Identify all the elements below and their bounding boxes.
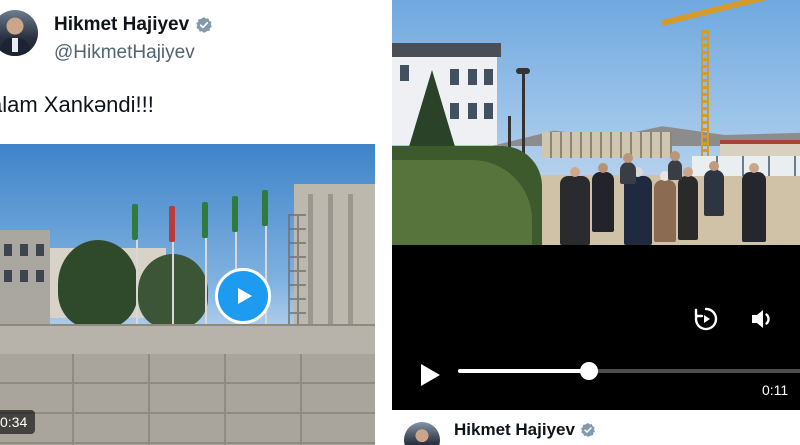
seek-bar-progress xyxy=(458,369,589,373)
player-controls: 0:11 xyxy=(392,245,800,410)
video-frame[interactable] xyxy=(392,0,800,245)
video-player: 0:11 Hikmet Hajiyev xyxy=(390,0,800,445)
video-person xyxy=(678,167,698,240)
video-tree xyxy=(58,240,138,328)
video-person xyxy=(620,153,636,184)
author-avatar[interactable] xyxy=(404,422,440,445)
street-lamp xyxy=(522,72,525,156)
footer-tweet-header: Hikmet Hajiyev xyxy=(392,410,800,445)
video-person xyxy=(668,151,682,180)
avatar-shirt xyxy=(12,38,18,52)
play-icon xyxy=(238,288,252,304)
video-stone-wall xyxy=(0,354,375,445)
author-name-row: Hikmet Hajiyev xyxy=(54,14,213,36)
author-display-name[interactable]: Hikmet Hajiyev xyxy=(54,14,189,36)
video-person xyxy=(742,163,766,242)
author-handle[interactable]: @HikmetHajiyev xyxy=(54,42,195,64)
replay-button[interactable] xyxy=(690,303,722,335)
play-button[interactable] xyxy=(215,268,271,324)
verified-badge-icon xyxy=(196,17,212,33)
play-pause-button[interactable] xyxy=(416,361,444,389)
flag xyxy=(169,206,175,242)
street-lamp-head xyxy=(516,68,530,74)
tweet-text: alam Xankəndi!!! xyxy=(0,92,154,117)
tweet-video-thumbnail[interactable]: 0:34 xyxy=(0,144,375,445)
seek-bar[interactable] xyxy=(458,362,800,380)
video-wall-top xyxy=(0,324,375,354)
footer-name-row: Hikmet Hajiyev xyxy=(454,420,596,440)
author-avatar[interactable] xyxy=(0,10,38,56)
play-icon xyxy=(421,364,440,386)
flag xyxy=(202,202,208,238)
elapsed-time: 0:11 xyxy=(762,382,789,398)
video-person xyxy=(624,167,652,245)
flag xyxy=(262,190,268,226)
crane-mast xyxy=(701,30,709,156)
verified-badge-icon xyxy=(581,423,595,437)
flag xyxy=(232,196,238,232)
seek-bar-thumb[interactable] xyxy=(579,362,598,380)
tweet-card: Hikmet Hajiyev @HikmetHajiyev alam Xankə… xyxy=(0,0,390,445)
volume-icon xyxy=(752,310,770,328)
video-person xyxy=(560,167,590,245)
video-person xyxy=(654,171,676,242)
video-person xyxy=(592,163,614,232)
video-person xyxy=(704,161,724,216)
video-far-building xyxy=(542,132,672,158)
replay-icon xyxy=(694,307,718,331)
flag xyxy=(132,204,138,240)
video-duration-badge: 0:34 xyxy=(0,410,36,434)
author-display-name[interactable]: Hikmet Hajiyev xyxy=(454,420,575,440)
volume-button[interactable] xyxy=(746,303,778,335)
